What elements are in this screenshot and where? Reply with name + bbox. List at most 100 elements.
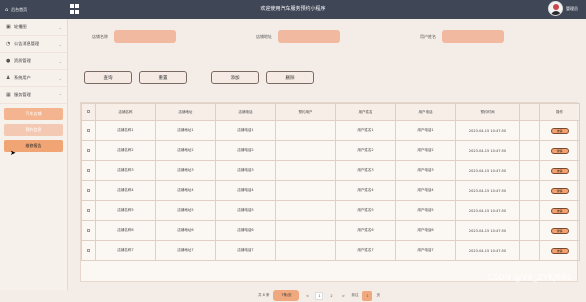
pin-icon: ● (6, 59, 11, 64)
table-cell (276, 121, 336, 141)
table-cell: 用户电话4 (396, 181, 456, 201)
chevron-down-icon: ⌄ (59, 25, 62, 30)
shop-address-input[interactable] (278, 30, 340, 43)
page-number[interactable]: 2 (327, 292, 335, 300)
table-cell: 2023-04-15 10:47:50 (456, 241, 520, 261)
table-cell: 用户电话7 (396, 241, 456, 261)
table-cell: 店铺名称5 (96, 201, 156, 221)
table-cell-spacer (520, 221, 540, 241)
table-cell: 2023-04-15 10:47:50 (456, 201, 520, 221)
table-cell: 用户姓名1 (336, 121, 396, 141)
column-header: 操作 (540, 104, 580, 121)
table-cell: 店铺名称3 (96, 161, 156, 181)
watermark: CSDN @VX_ZYKJ985 (487, 273, 572, 282)
sidebar-item-label: 公告消息管理 (14, 41, 39, 47)
action-cell: 详情 (540, 161, 580, 181)
table-cell: 店铺地址4 (156, 181, 216, 201)
table-cell: 店铺地址1 (156, 121, 216, 141)
table-cell: 2023-04-15 10:47:50 (456, 161, 520, 181)
add-button[interactable]: 添加 (211, 71, 259, 84)
user-name-input[interactable] (442, 30, 504, 43)
detail-button[interactable]: 详情 (551, 148, 569, 154)
column-header: 用户姓名 (336, 104, 396, 121)
sidebar-item-notice[interactable]: ◔ 公告消息管理 ⌄ (0, 36, 67, 53)
user-menu[interactable]: 管理员 (548, 1, 578, 16)
avatar[interactable] (548, 1, 563, 16)
sidebar-item-label: 轮播图 (14, 24, 27, 30)
table-cell (276, 241, 336, 261)
table-cell-spacer (520, 141, 540, 161)
search-label-shop-name: 店铺名称 (92, 34, 108, 40)
sidebar-item-service[interactable]: ▦ 服务管理 ⌃ (0, 87, 67, 104)
menu-toggle-icon[interactable] (70, 4, 80, 14)
row-checkbox[interactable] (82, 141, 96, 161)
sidebar-item-label: 系统用户 (14, 75, 31, 81)
sidebar-subitem-car-shop[interactable]: 汽车店铺 (4, 108, 63, 120)
prev-page-button[interactable]: < (303, 292, 311, 300)
row-checkbox[interactable] (82, 181, 96, 201)
row-checkbox[interactable] (82, 161, 96, 181)
query-button[interactable]: 查询 (84, 71, 132, 84)
detail-button[interactable]: 详情 (551, 168, 569, 174)
column-header: 预约用户 (276, 104, 336, 121)
detail-button[interactable]: 详情 (551, 128, 569, 134)
row-checkbox[interactable] (82, 241, 96, 261)
detail-button[interactable]: 详情 (551, 228, 569, 234)
detail-button[interactable]: 详情 (551, 248, 569, 254)
system-title: 欢迎使用汽车服务预约小程序 (0, 5, 586, 12)
table-cell: 店铺电话2 (216, 141, 276, 161)
page-number[interactable]: 1 (315, 292, 323, 300)
action-cell: 详情 (540, 221, 580, 241)
sidebar-item-carousel[interactable]: ▣ 轮播图 ⌄ (0, 19, 67, 36)
table-cell (276, 221, 336, 241)
next-page-button[interactable]: > (339, 292, 347, 300)
select-all-checkbox[interactable] (82, 104, 96, 121)
top-bar: ⌂ 后台首页 欢迎使用汽车服务预约小程序 管理员 (0, 0, 586, 19)
table-cell: 店铺地址6 (156, 221, 216, 241)
row-checkbox[interactable] (82, 221, 96, 241)
detail-button[interactable]: 详情 (551, 208, 569, 214)
table-cell: 用户姓名7 (336, 241, 396, 261)
home-icon: ⌂ (5, 7, 8, 13)
table-cell: 用户电话3 (396, 161, 456, 181)
column-header: 店铺名称 (96, 104, 156, 121)
table-cell: 2023-04-15 10:47:50 (456, 181, 520, 201)
table-cell-spacer (520, 161, 540, 181)
table-cell: 店铺地址7 (156, 241, 216, 261)
sidebar-subitem-appointment[interactable]: 预约信息 (4, 124, 63, 136)
user-icon: ♟ (6, 76, 11, 81)
action-cell: 详情 (540, 201, 580, 221)
goto-page-input[interactable]: 1 (362, 291, 372, 301)
table-cell-spacer (520, 201, 540, 221)
search-label-user-name: 用户姓名 (420, 34, 436, 40)
shop-name-input[interactable] (114, 30, 176, 43)
table-cell: 店铺地址2 (156, 141, 216, 161)
table-cell: 2023-04-15 10:47:50 (456, 221, 520, 241)
page-size-select[interactable]: 7条/页 (273, 290, 299, 301)
table-row: 店铺名称6店铺地址6店铺电话6用户姓名6用户电话62023-04-15 10:4… (82, 221, 580, 241)
goto-suffix: 页 (376, 293, 380, 298)
table-cell-spacer (520, 181, 540, 201)
data-table: 店铺名称 店铺地址 店铺电话 预约用户 用户姓名 用户电话 预约时间 操作 店铺… (80, 102, 578, 282)
table-row: 店铺名称1店铺地址1店铺电话1用户姓名1用户电话12023-04-15 10:4… (82, 121, 580, 141)
action-cell: 详情 (540, 121, 580, 141)
table-row: 店铺名称2店铺地址2店铺电话2用户姓名2用户电话22023-04-15 10:4… (82, 141, 580, 161)
table-cell: 店铺电话6 (216, 221, 276, 241)
table-cell (276, 181, 336, 201)
reset-button[interactable]: 重置 (139, 71, 187, 84)
sidebar-item-users[interactable]: ♟ 系统用户 ⌄ (0, 70, 67, 87)
table-row: 店铺名称5店铺地址5店铺电话5用户姓名5用户电话52023-04-15 10:4… (82, 201, 580, 221)
grid-icon: ▦ (6, 93, 11, 98)
chevron-down-icon: ⌄ (59, 59, 62, 64)
chevron-down-icon: ⌄ (59, 42, 62, 47)
row-checkbox[interactable] (82, 201, 96, 221)
brand[interactable]: ⌂ 后台首页 (0, 0, 68, 19)
table-cell: 店铺电话7 (216, 241, 276, 261)
delete-button[interactable]: 删除 (266, 71, 314, 84)
row-checkbox[interactable] (82, 121, 96, 141)
detail-button[interactable]: 详情 (551, 188, 569, 194)
total-count: 共 8 条 (258, 293, 269, 298)
sidebar-item-label: 服务管理 (14, 92, 31, 98)
table-cell: 店铺名称7 (96, 241, 156, 261)
sidebar-item-qualification[interactable]: ● 资质管理 ⌄ (0, 53, 67, 70)
